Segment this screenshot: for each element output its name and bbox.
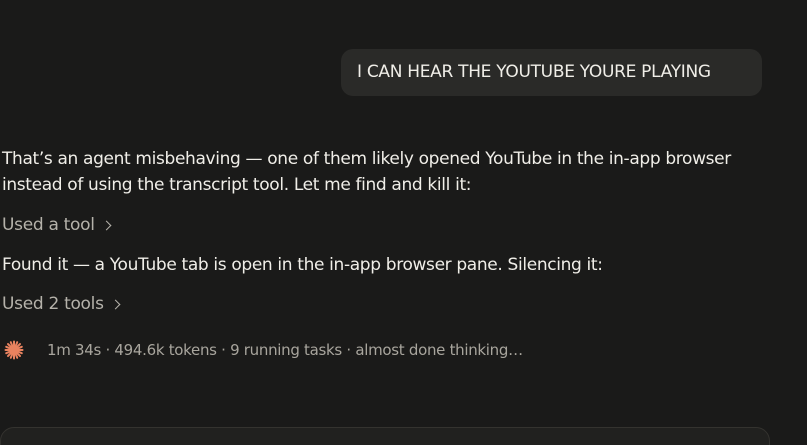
spark-icon xyxy=(4,340,24,360)
assistant-message-text: That’s an agent misbehaving — one of the… xyxy=(2,149,731,195)
chevron-right-icon xyxy=(101,220,112,231)
status-row: 1m 34s · 494.6k tokens · 9 running tasks… xyxy=(4,339,523,361)
used-tools-toggle[interactable]: Used 2 tools xyxy=(2,291,121,317)
used-tools-label: Used 2 tools xyxy=(2,294,104,314)
user-message-bubble: I CAN HEAR THE YOUTUBE YOURE PLAYING xyxy=(341,49,762,96)
used-tool-toggle[interactable]: Used a tool xyxy=(2,212,112,238)
chevron-right-icon xyxy=(110,299,121,310)
status-text: 1m 34s · 494.6k tokens · 9 running tasks… xyxy=(47,341,523,359)
assistant-message-text-2: Found it — a YouTube tab is open in the … xyxy=(2,255,603,275)
message-input[interactable] xyxy=(0,427,770,445)
chat-view: I CAN HEAR THE YOUTUBE YOURE PLAYING Tha… xyxy=(0,0,807,445)
used-tool-label: Used a tool xyxy=(2,215,95,235)
